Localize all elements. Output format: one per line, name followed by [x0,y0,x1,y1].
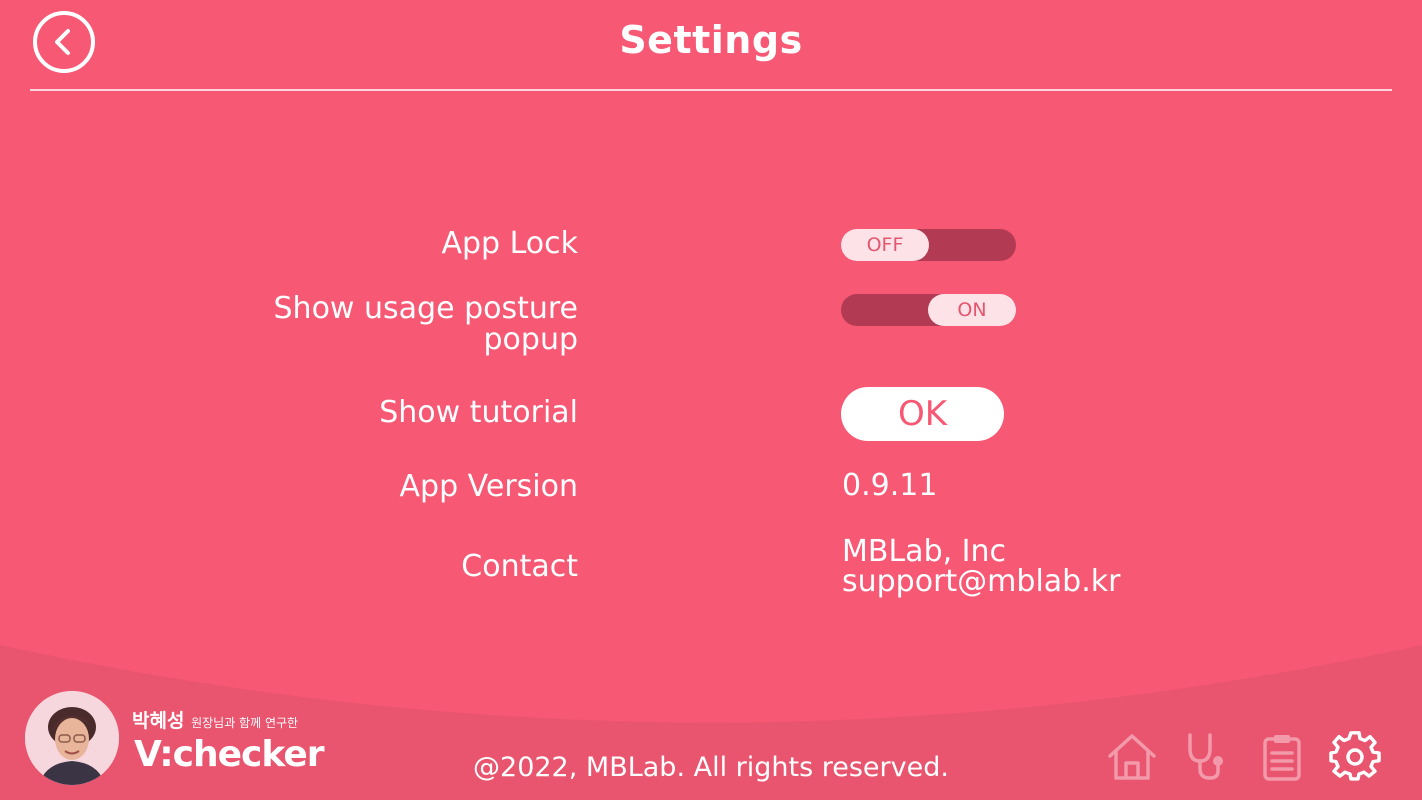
contact-email: support@mblab.kr [842,564,1121,599]
brand-subtitle: 박혜성 원장님과 함께 연구한 [132,706,298,733]
usage-posture-toggle[interactable]: ON [841,294,1016,326]
usage-posture-label: Show usage posture popup [158,293,578,355]
usage-posture-label-line1: Show usage posture [273,291,578,326]
app-lock-label: App Lock [441,226,578,261]
page-title: Settings [619,18,803,62]
stethoscope-icon [1188,733,1223,780]
home-icon [1108,734,1156,780]
usage-posture-label-line2: popup [483,322,579,357]
nav-settings[interactable] [1328,730,1382,784]
app-lock-toggle-knob: OFF [841,229,929,261]
brand-person: 박혜성 [132,710,185,732]
clipboard-icon [1263,735,1301,781]
version-label: App Version [399,469,578,504]
header-divider [30,89,1392,91]
contact-company: MBLab, Inc [842,534,1007,569]
nav-home[interactable] [1105,730,1159,784]
nav-records[interactable] [1255,730,1309,784]
nav-checkup[interactable] [1181,730,1235,784]
gear-icon [1329,731,1381,781]
header: Settings [0,0,1422,91]
tutorial-label: Show tutorial [379,395,578,430]
brand-tagline: 원장님과 함께 연구한 [191,716,299,730]
version-value: 0.9.11 [842,468,938,503]
contact-label: Contact [461,549,578,584]
app-lock-toggle[interactable]: OFF [841,229,1016,261]
tutorial-ok-button[interactable]: OK [841,387,1004,441]
usage-posture-toggle-knob: ON [928,294,1016,326]
